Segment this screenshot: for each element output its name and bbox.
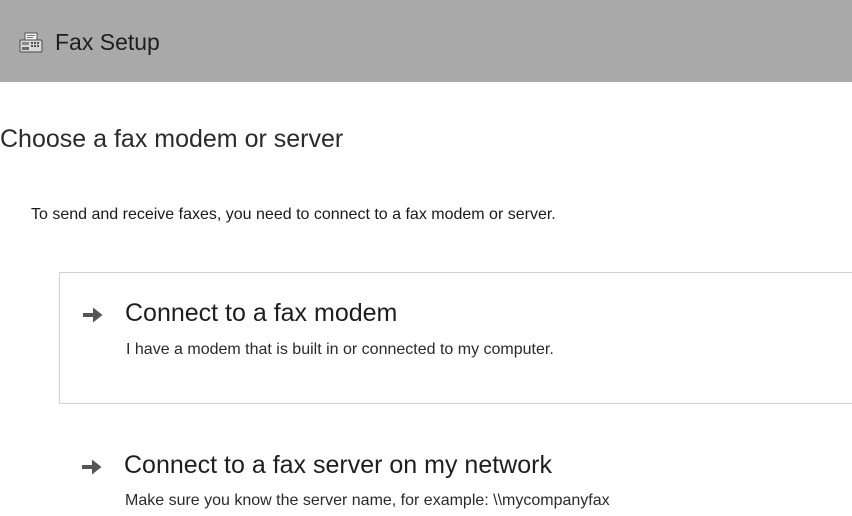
option-title: Connect to a fax server on my network bbox=[124, 451, 552, 479]
arrow-right-icon bbox=[83, 307, 103, 323]
option-description: I have a modem that is built in or conne… bbox=[126, 341, 554, 358]
connect-fax-server-option[interactable]: Connect to a fax server on my network Ma… bbox=[59, 432, 852, 516]
intro-text: To send and receive faxes, you need to c… bbox=[31, 206, 556, 223]
option-title: Connect to a fax modem bbox=[125, 299, 398, 327]
page-heading: Choose a fax modem or server bbox=[0, 125, 344, 153]
connect-fax-modem-option[interactable]: Connect to a fax modem I have a modem th… bbox=[59, 272, 852, 404]
option-description: Make sure you know the server name, for … bbox=[125, 492, 610, 509]
arrow-right-icon bbox=[82, 459, 102, 475]
title-bar: Fax Setup bbox=[0, 0, 852, 82]
fax-machine-icon bbox=[19, 32, 43, 53]
window-title: Fax Setup bbox=[55, 29, 160, 55]
